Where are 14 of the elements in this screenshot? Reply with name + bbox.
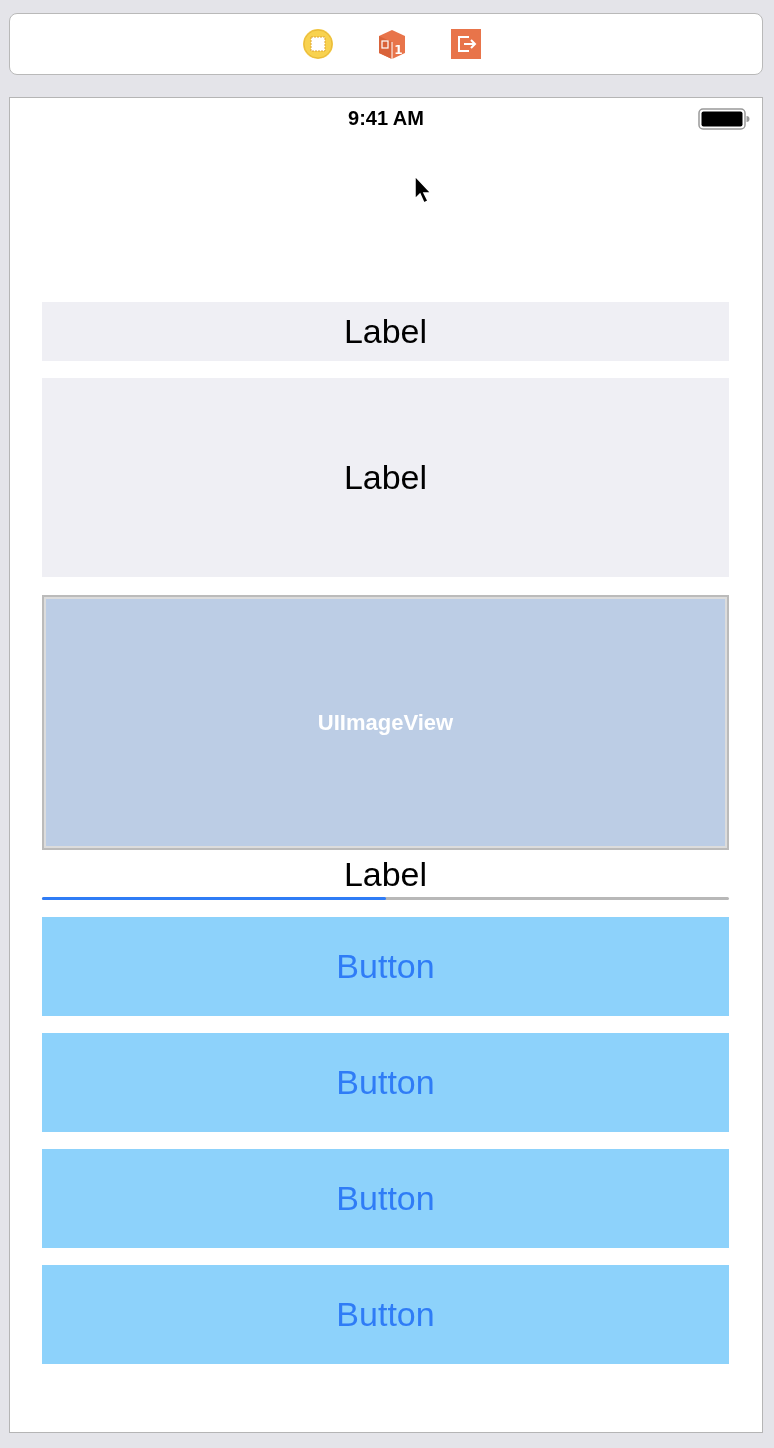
status-time: 9:41 AM (348, 106, 424, 130)
label: Label (342, 854, 429, 894)
button[interactable]: Button (42, 1265, 729, 1364)
button[interactable]: Button (42, 917, 729, 1016)
cube-icon[interactable]: 1 (377, 29, 407, 59)
battery-icon (698, 108, 750, 130)
exit-icon[interactable] (451, 29, 481, 59)
button[interactable]: Button (42, 1149, 729, 1248)
label: Label (42, 378, 729, 577)
button[interactable]: Button (42, 1033, 729, 1132)
label: Label (42, 302, 729, 361)
image-view-caption: UIImageView (317, 709, 454, 736)
view-controller-icon[interactable] (303, 29, 333, 59)
mouse-cursor-icon (413, 175, 433, 205)
